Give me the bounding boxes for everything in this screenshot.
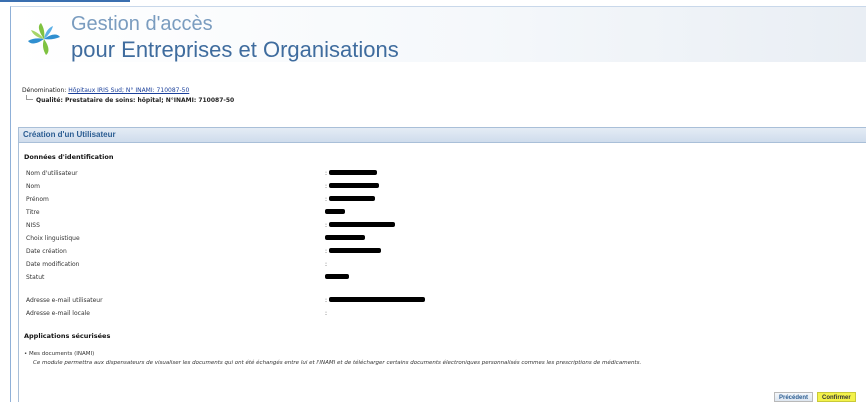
redacted-value (329, 196, 375, 201)
qualite: Qualité: Prestataire de soins: hôpital; … (26, 95, 234, 105)
previous-button[interactable]: Précédent (774, 392, 814, 402)
field-label: Date création (26, 248, 67, 255)
field-colon: : (325, 196, 328, 203)
confirm-button[interactable]: Confirmer (817, 392, 856, 402)
field-colon: : (325, 310, 328, 317)
app-title-line2: pour Entreprises et Organisations (71, 37, 399, 62)
tree-branch-icon (26, 95, 33, 100)
field-row-date-modification: Date modification : (26, 260, 846, 270)
field-colon: : (325, 170, 328, 177)
field-label: Date modification (26, 261, 80, 268)
applications-section-title: Applications sécurisées (24, 332, 111, 340)
redacted-value (325, 235, 365, 240)
field-row-niss: NISS : (26, 221, 846, 231)
app-title-line1: Gestion d'accès (71, 13, 213, 35)
redacted-value (329, 170, 377, 175)
field-label: Prénom (26, 196, 49, 203)
redacted-value (325, 274, 349, 279)
denomination-label: Dénomination: (22, 87, 69, 94)
identification-section-title: Données d'identification (24, 153, 114, 161)
field-label: Adresse e-mail utilisateur (26, 297, 103, 304)
field-row-titre: Titre (26, 208, 846, 218)
field-row-nom: Nom : (26, 182, 846, 192)
field-label: NISS (26, 222, 40, 229)
redacted-value (329, 248, 381, 253)
field-row-email-user: Adresse e-mail utilisateur : (26, 296, 846, 306)
pinwheel-logo-icon (28, 23, 60, 55)
user-creation-panel: Création d'un Utilisateur Données d'iden… (18, 127, 866, 402)
redacted-value (329, 297, 425, 302)
panel-title: Création d'un Utilisateur (19, 128, 866, 143)
field-colon: : (325, 248, 328, 255)
field-label: Nom d'utilisateur (26, 170, 78, 177)
denomination-link[interactable]: Hôpitaux IRIS Sud; N° INAMI: 710087-50 (68, 87, 189, 94)
qualite-text: Qualité: Prestataire de soins: hôpital; … (36, 97, 235, 104)
field-label: Choix linguistique (26, 235, 80, 242)
field-label: Titre (26, 209, 40, 216)
field-colon: : (325, 297, 328, 304)
denomination: Dénomination: Hôpitaux IRIS Sud; N° INAM… (22, 86, 189, 95)
redacted-value (325, 209, 345, 214)
field-colon: : (325, 261, 328, 268)
field-label: Adresse e-mail locale (26, 310, 90, 317)
field-row-prenom: Prénom : (26, 195, 846, 205)
field-colon: : (325, 222, 328, 229)
app-header: Gestion d'accès pour Entreprises et Orga… (11, 7, 866, 62)
field-row-username: Nom d'utilisateur : (26, 169, 846, 179)
field-colon: : (325, 183, 328, 190)
redacted-value (329, 222, 395, 227)
field-row-langue: Choix linguistique (26, 234, 846, 244)
top-accent-line (0, 0, 130, 2)
field-label: Nom (26, 183, 41, 190)
field-label: Statut (26, 274, 45, 281)
redacted-value (329, 183, 379, 188)
field-row-statut: Statut (26, 273, 846, 283)
application-item-name: • Mes documents (INAMI) (24, 351, 95, 357)
field-row-email-local: Adresse e-mail locale : (26, 309, 846, 319)
field-row-date-creation: Date création : (26, 247, 846, 257)
application-item-description: Ce module permettra aux dispensateurs de… (33, 360, 642, 366)
